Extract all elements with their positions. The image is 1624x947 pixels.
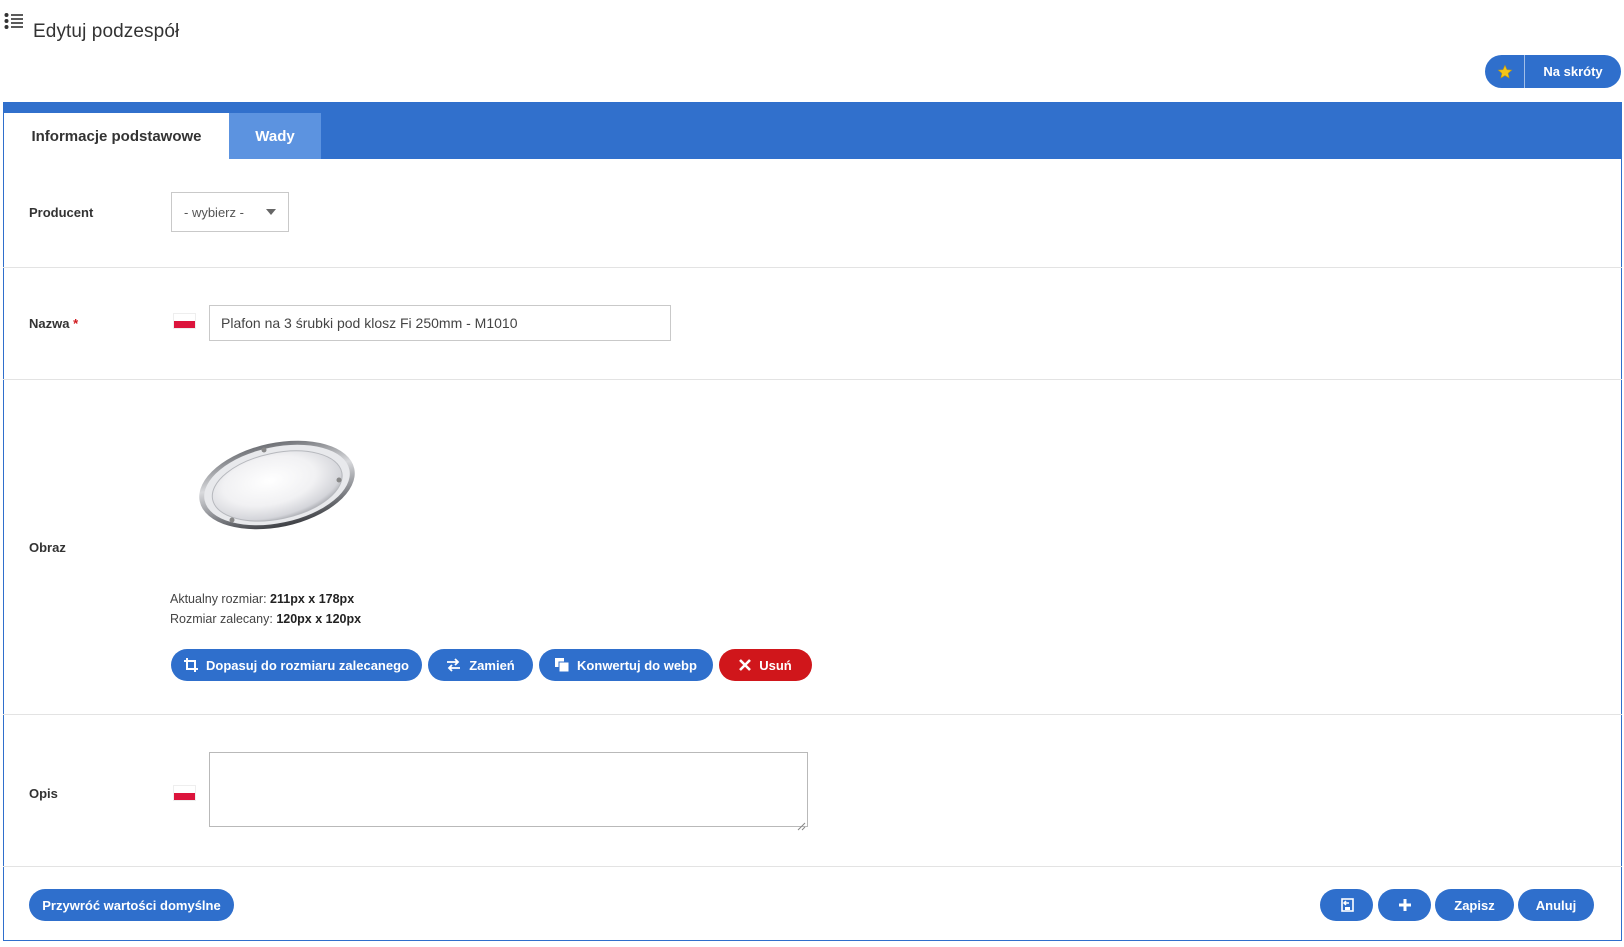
convert-webp-button-label: Konwertuj do webp <box>577 657 697 673</box>
list-menu-icon[interactable] <box>4 12 24 30</box>
replace-image-button-label: Zamień <box>469 657 515 673</box>
tab-defects[interactable]: Wady <box>229 113 321 159</box>
convert-webp-button[interactable]: Konwertuj do webp <box>539 649 713 681</box>
delete-image-button[interactable]: Usuń <box>719 649 812 681</box>
save-and-new-button[interactable] <box>1378 889 1431 921</box>
crop-icon <box>184 658 198 672</box>
copy-icon <box>555 658 570 672</box>
cancel-button[interactable]: Anuluj <box>1518 889 1594 921</box>
name-input[interactable]: Plafon na 3 śrubki pod klosz Fi 250mm - … <box>209 305 671 341</box>
shortcuts-button[interactable]: Na skróty <box>1485 55 1621 88</box>
poland-flag-icon <box>173 785 196 801</box>
shortcuts-label[interactable]: Na skróty <box>1525 55 1621 88</box>
star-icon[interactable] <box>1485 55 1525 88</box>
recommended-size-label: Rozmiar zalecany: <box>170 612 273 626</box>
current-size-label: Aktualny rozmiar: <box>170 592 267 606</box>
delete-image-button-label: Usuń <box>759 657 792 673</box>
page-header: Edytuj podzespół <box>0 0 1624 44</box>
tab-bar: Informacje podstawowe Wady <box>4 103 1621 159</box>
producer-label: Producent <box>29 205 94 220</box>
producer-select[interactable]: - wybierz - <box>171 192 289 232</box>
swap-arrows-icon <box>446 658 461 672</box>
plus-icon <box>1398 898 1412 912</box>
poland-flag-icon <box>173 313 196 329</box>
product-image <box>194 430 369 548</box>
recommended-size-value: 120px x 120px <box>276 612 362 626</box>
fit-size-button[interactable]: Dopasuj do rozmiaru zalecanego <box>171 649 422 681</box>
page-title: Edytuj podzespół <box>33 20 180 42</box>
save-button[interactable]: Zapisz <box>1435 889 1514 921</box>
replace-image-button[interactable]: Zamień <box>428 649 533 681</box>
description-label: Opis <box>29 786 58 801</box>
producer-select-value: - wybierz - <box>184 204 244 220</box>
name-label-text: Nazwa <box>29 316 70 331</box>
current-size-value: 211px x 178px <box>270 592 355 606</box>
tab-basic-info[interactable]: Informacje podstawowe <box>4 113 229 159</box>
description-textarea[interactable] <box>209 752 808 827</box>
close-icon <box>739 659 752 671</box>
name-label: Nazwa * <box>29 316 78 331</box>
resize-grip-icon[interactable] <box>796 818 806 831</box>
recommended-size-info: Rozmiar zalecany: 120px x 120px <box>170 612 361 626</box>
current-size-info: Aktualny rozmiar: 211px x 178px <box>170 592 354 606</box>
chevron-down-icon <box>266 209 276 215</box>
restore-defaults-button[interactable]: Przywróć wartości domyślne <box>29 889 234 921</box>
fit-size-button-label: Dopasuj do rozmiaru zalecanego <box>206 657 409 673</box>
save-return-icon <box>1340 898 1354 912</box>
required-marker: * <box>73 316 79 331</box>
image-label: Obraz <box>29 540 66 555</box>
save-and-return-button[interactable] <box>1320 889 1373 921</box>
